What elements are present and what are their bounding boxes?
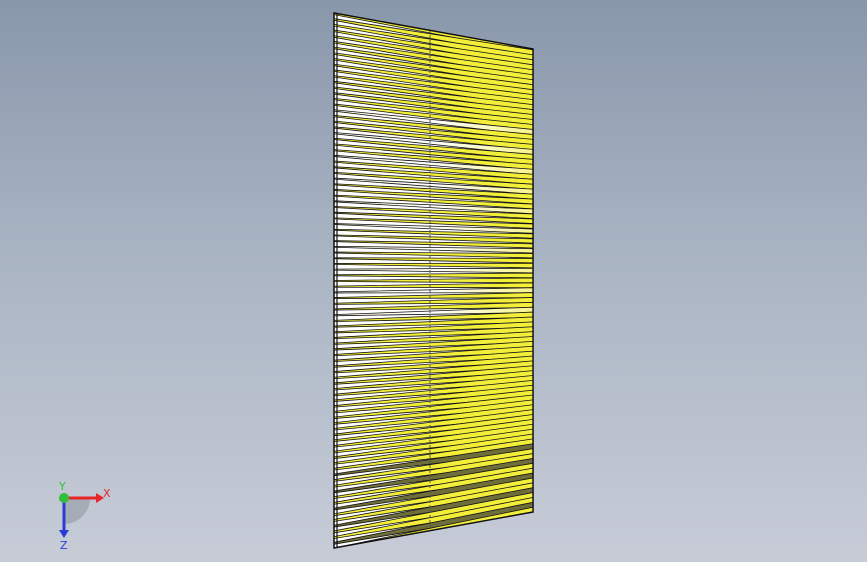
louvered-panel-model[interactable] [0, 0, 867, 562]
x-axis-label: X [103, 487, 111, 500]
axis-triad: X Y Z [58, 480, 111, 550]
panel-body [333, 12, 534, 549]
graphics-viewport[interactable]: X Y Z [0, 0, 867, 562]
triad-shadow [64, 498, 90, 524]
y-axis-label: Y [58, 480, 66, 493]
y-axis-dot [59, 493, 69, 503]
z-axis-label: Z [60, 539, 68, 550]
